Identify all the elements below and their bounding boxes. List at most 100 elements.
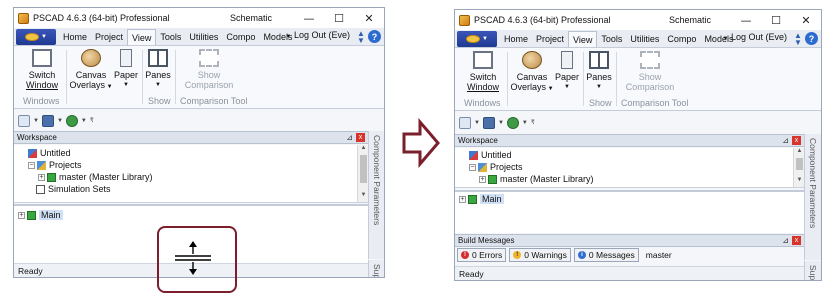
logout-label: Log Out (Eve) <box>730 32 787 42</box>
pin-icon[interactable]: ⊿ <box>782 136 789 145</box>
chevron-down-icon[interactable]: ▼ <box>498 120 504 126</box>
save-icon[interactable] <box>41 114 54 127</box>
comparison-icon <box>199 49 219 67</box>
switch-window-button[interactable]: Switch Window <box>461 51 505 92</box>
globe-icon[interactable] <box>65 114 78 127</box>
tree-node-projects[interactable]: − Projects <box>28 160 82 170</box>
new-file-icon[interactable] <box>18 114 30 127</box>
side-tab-label: Supp <box>372 264 382 278</box>
chevron-down-icon[interactable]: ▼ <box>522 120 528 126</box>
collapse-icon[interactable]: − <box>469 163 476 171</box>
component-parameters-side-tab[interactable]: Component Parameters <box>804 134 821 260</box>
canvas-overlays-button[interactable]: Canvas Overlays ▼ <box>68 49 114 92</box>
expand-icon[interactable]: + <box>18 211 25 219</box>
logout-menu[interactable]: ▼ Log Out (Eve) <box>286 30 351 40</box>
chevron-down-icon: ▼ <box>123 82 129 88</box>
collapse-icon[interactable]: − <box>28 161 35 169</box>
palette-icon <box>522 51 542 69</box>
paper-button[interactable]: Paper ▼ <box>555 51 579 92</box>
tab-components[interactable]: Compo <box>663 31 700 47</box>
right-window: PSCAD 4.6.3 (64-bit) Professional Schema… <box>454 9 822 281</box>
scroll-thumb[interactable] <box>796 158 803 170</box>
minimize-button[interactable]: — <box>294 8 324 28</box>
palette-icon <box>81 49 101 67</box>
tree-node-untitled[interactable]: Untitled <box>28 148 71 158</box>
panes-button[interactable]: Panes ▼ <box>145 49 171 90</box>
messages-filter-button[interactable]: i0 Messages <box>573 248 639 262</box>
tree-node-main[interactable]: + Main <box>459 194 504 204</box>
up-down-arrows-icon[interactable]: ▲ ▼ <box>792 32 804 47</box>
customize-toolbar-icon[interactable]: ₹ <box>531 119 535 126</box>
customize-toolbar-icon[interactable]: ₹ <box>90 117 94 124</box>
chevron-down-icon[interactable]: ▼ <box>57 118 63 124</box>
pin-icon[interactable]: ⊿ <box>346 133 353 142</box>
tab-view[interactable]: View <box>127 29 157 45</box>
expand-icon[interactable]: + <box>38 173 45 181</box>
tree-node-master[interactable]: + master (Master Library) <box>38 172 153 182</box>
maximize-button[interactable]: ☐ <box>324 8 354 28</box>
tab-project[interactable]: Project <box>91 29 127 45</box>
close-button[interactable]: ✕ <box>354 8 384 28</box>
file-menu-button[interactable]: ▼ <box>16 29 56 45</box>
vertical-scrollbar[interactable]: ▲ ▼ <box>357 145 368 202</box>
tree-label: Simulation Sets <box>48 184 111 194</box>
maximize-button[interactable]: ☐ <box>761 10 791 30</box>
tab-project[interactable]: Project <box>532 31 568 47</box>
tree-node-simulation-sets[interactable]: Simulation Sets <box>36 184 111 194</box>
close-panel-icon[interactable]: x <box>792 136 801 145</box>
support-side-tab[interactable]: Supp <box>368 260 384 278</box>
show-comparison-label-1: Show <box>638 72 662 82</box>
expand-icon[interactable]: + <box>479 175 486 183</box>
file-menu-button[interactable]: ▼ <box>457 31 497 47</box>
logout-menu[interactable]: ▼ Log Out (Eve) <box>723 32 788 42</box>
up-down-arrows-icon[interactable]: ▲ ▼ <box>355 30 367 45</box>
separator <box>142 50 143 104</box>
chevron-down-icon[interactable]: ▼ <box>81 118 87 124</box>
tab-tools[interactable]: Tools <box>156 29 185 45</box>
close-panel-icon[interactable]: x <box>792 236 801 245</box>
tab-tools[interactable]: Tools <box>597 31 626 47</box>
component-parameters-side-tab[interactable]: Component Parameters <box>368 131 384 259</box>
close-panel-icon[interactable]: x <box>356 133 365 142</box>
tab-home[interactable]: Home <box>500 31 532 47</box>
tree-node-untitled[interactable]: Untitled <box>469 150 512 160</box>
warnings-filter-button[interactable]: ! 0 Warnings <box>509 248 571 262</box>
tab-utilities[interactable]: Utilities <box>626 31 663 47</box>
show-comparison-button[interactable]: Show Comparison <box>182 49 236 90</box>
tree-label: master (Master Library) <box>59 172 153 182</box>
paper-button[interactable]: Paper ▼ <box>114 49 138 90</box>
save-icon[interactable] <box>482 116 495 129</box>
separator <box>507 52 508 106</box>
show-comparison-button[interactable]: Show Comparison <box>623 51 677 92</box>
tree-node-projects[interactable]: − Projects <box>469 162 523 172</box>
tree-node-main[interactable]: + Main <box>18 210 63 220</box>
globe-icon[interactable] <box>506 116 519 129</box>
tree-label: master (Master Library) <box>500 174 594 184</box>
build-messages-project: master <box>645 250 672 260</box>
vertical-scrollbar[interactable]: ▲ ▼ <box>793 148 804 187</box>
new-file-icon[interactable] <box>459 116 471 129</box>
help-icon[interactable]: ? <box>368 30 381 43</box>
status-text: Ready <box>459 268 484 279</box>
expand-icon[interactable]: + <box>459 195 466 203</box>
switch-window-button[interactable]: Switch Window <box>20 49 64 90</box>
close-button[interactable]: ✕ <box>791 10 821 30</box>
help-icon[interactable]: ? <box>805 32 818 45</box>
chevron-down-icon[interactable]: ▼ <box>474 120 480 126</box>
tab-home[interactable]: Home <box>59 29 91 45</box>
support-side-tab[interactable]: Supp <box>804 261 821 280</box>
minimize-button[interactable]: — <box>731 10 761 30</box>
tab-utilities[interactable]: Utilities <box>185 29 222 45</box>
scroll-thumb[interactable] <box>360 155 367 183</box>
tab-components[interactable]: Compo <box>222 29 259 45</box>
panes-button[interactable]: Panes ▼ <box>586 51 612 92</box>
canvas-overlays-button[interactable]: Canvas Overlays ▼ <box>509 51 555 94</box>
tree-node-master[interactable]: + master (Master Library) <box>479 174 594 184</box>
errors-filter-button[interactable]: ! 0 Errors <box>457 248 507 262</box>
status-bar: Ready <box>455 266 804 280</box>
library-icon <box>47 172 56 182</box>
tab-view[interactable]: View <box>568 31 598 47</box>
panes-icon <box>148 49 168 67</box>
chevron-down-icon[interactable]: ▼ <box>33 118 39 124</box>
pin-icon[interactable]: ⊿ <box>782 236 789 245</box>
